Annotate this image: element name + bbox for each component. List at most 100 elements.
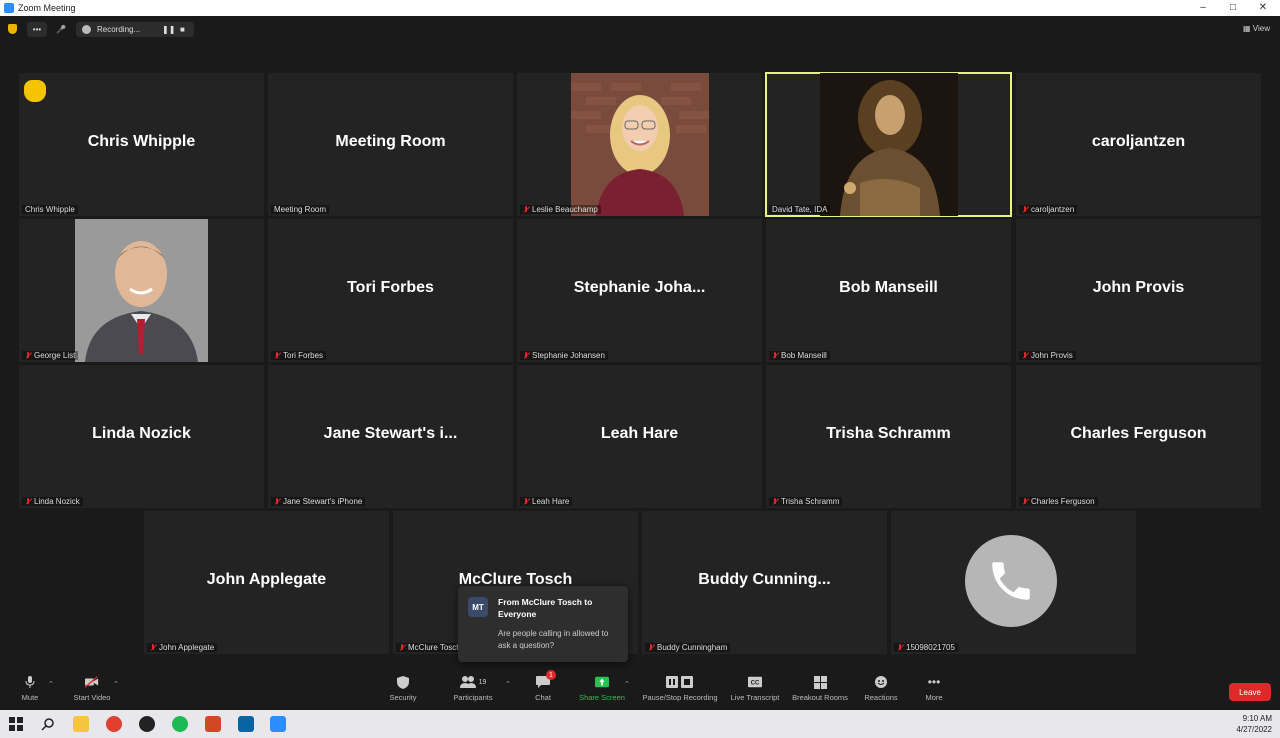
audio-options-chevron-icon[interactable]: ⌃ <box>48 680 54 688</box>
muted-mic-icon <box>150 643 156 652</box>
participant-label: Leah Hare <box>520 497 573 506</box>
participant-label: Bob Manseill <box>769 351 830 360</box>
chat-notification-popup[interactable]: MT From McClure Tosch to Everyone Are pe… <box>458 586 628 662</box>
participant-label: George List <box>22 351 79 360</box>
chat-button[interactable]: 1 Chat <box>513 670 573 708</box>
breakout-rooms-button[interactable]: Breakout Rooms <box>790 675 850 708</box>
video-off-icon <box>85 676 99 688</box>
cc-icon: CC <box>748 676 762 688</box>
windows-start-icon[interactable] <box>8 716 24 732</box>
phone-icon <box>992 562 1030 600</box>
participant-video-feed <box>571 73 709 216</box>
participant-tile[interactable]: caroljantzen caroljantzen <box>1016 73 1261 216</box>
participants-chevron-icon[interactable]: ⌃ <box>505 680 511 688</box>
share-screen-icon <box>595 676 609 688</box>
participant-tile[interactable]: Leah Hare Leah Hare <box>517 365 762 508</box>
reactions-button[interactable]: Reactions <box>851 676 911 708</box>
participant-name: Charles Ferguson <box>1070 425 1207 442</box>
muted-mic-icon <box>523 351 529 360</box>
chat-sender: From McClure Tosch to Everyone <box>498 597 593 619</box>
participant-label: Jane Stewart's iPhone <box>271 497 366 506</box>
participants-count: 19 <box>478 678 487 686</box>
participant-video-feed <box>820 73 958 216</box>
muted-mic-icon <box>1022 497 1028 506</box>
participant-tile[interactable]: Jane Stewart's i... Jane Stewart's iPhon… <box>268 365 513 508</box>
phone-caller-avatar <box>965 535 1057 627</box>
live-transcript-button[interactable]: CC Live Transcript <box>725 676 785 708</box>
participant-name: Jane Stewart's i... <box>323 425 458 442</box>
participant-name: Bob Manseill <box>839 279 938 296</box>
clock-time: 9:10 AM <box>1242 714 1272 723</box>
participant-name: Linda Nozick <box>92 425 191 442</box>
participant-tile[interactable]: Linda Nozick Linda Nozick <box>19 365 264 508</box>
muted-mic-icon <box>274 497 280 506</box>
search-icon[interactable] <box>40 716 56 732</box>
outlook-icon[interactable] <box>238 716 254 732</box>
participant-tile[interactable]: Charles Ferguson Charles Ferguson <box>1016 365 1261 508</box>
participant-label: Stephanie Johansen <box>520 351 608 360</box>
breakout-rooms-icon <box>813 675 827 689</box>
participant-label: David Tate, IDA <box>769 205 831 214</box>
participant-label: John Applegate <box>147 643 218 652</box>
more-dots-icon: ••• <box>927 675 941 689</box>
muted-mic-icon <box>897 643 903 652</box>
system-clock[interactable]: 9:10 AM 4/27/2022 <box>1236 713 1272 735</box>
powerpoint-icon[interactable] <box>205 716 221 732</box>
participant-label: McClure Tosch <box>396 643 464 652</box>
muted-mic-icon <box>772 351 778 360</box>
participant-tile[interactable]: Stephanie Joha... Stephanie Johansen <box>517 219 762 362</box>
participant-tile[interactable]: John Provis John Provis <box>1016 219 1261 362</box>
meeting-toolbar: Mute ⌃ Start Video ⌃ Security 19 Partici… <box>0 670 1280 710</box>
pause-stop-icon <box>665 676 695 688</box>
participant-name: Tori Forbes <box>347 279 434 296</box>
participant-tile[interactable]: Buddy Cunning... Buddy Cunningham <box>642 511 887 654</box>
pause-stop-recording-button[interactable]: Pause/Stop Recording <box>642 676 718 708</box>
participant-label: Meeting Room <box>271 205 330 214</box>
share-options-chevron-icon[interactable]: ⌃ <box>624 680 630 688</box>
chat-icon: 1 <box>536 670 556 688</box>
participant-label: John Provis <box>1019 351 1076 360</box>
muted-mic-icon <box>274 351 280 360</box>
raised-hand-icon <box>24 80 46 102</box>
muted-mic-icon <box>772 497 778 506</box>
participant-tile[interactable]: Meeting Room Meeting Room <box>268 73 513 216</box>
participant-name: Buddy Cunning... <box>698 571 831 588</box>
app-icon[interactable] <box>139 716 155 732</box>
muted-mic-icon <box>523 497 529 506</box>
zoom-taskbar-icon[interactable] <box>270 716 286 732</box>
participant-name: Chris Whipple <box>87 133 196 150</box>
participant-name: Leah Hare <box>600 425 679 442</box>
participant-tile[interactable]: Trisha Schramm Trisha Schramm <box>766 365 1011 508</box>
participant-tile[interactable]: Leslie Beauchamp <box>517 73 762 216</box>
participant-label: Trisha Schramm <box>769 497 843 506</box>
participant-name: John Applegate <box>206 571 327 588</box>
participant-tile-active-speaker[interactable]: David Tate, IDA <box>765 72 1012 217</box>
more-button[interactable]: ••• More <box>904 675 964 708</box>
participant-tile[interactable]: Chris Whipple Chris Whipple <box>19 73 264 216</box>
participant-tile[interactable]: George List <box>19 219 264 362</box>
participant-name: John Provis <box>1092 279 1185 296</box>
muted-mic-icon <box>648 643 654 652</box>
participant-tile[interactable]: John Applegate John Applegate <box>144 511 389 654</box>
chat-message: Are people calling in allowed to ask a q… <box>498 629 609 650</box>
participant-label: Linda Nozick <box>22 497 83 506</box>
participants-button[interactable]: 19 Participants <box>443 676 503 708</box>
participant-tile[interactable]: Tori Forbes Tori Forbes <box>268 219 513 362</box>
participants-icon: 19 <box>458 676 488 688</box>
participant-label: Tori Forbes <box>271 351 327 360</box>
participant-name: Stephanie Joha... <box>573 279 706 296</box>
share-screen-button[interactable]: Share Screen <box>572 676 632 708</box>
participant-name: Trisha Schramm <box>826 425 951 442</box>
clock-date: 4/27/2022 <box>1236 725 1272 734</box>
participant-tile[interactable]: Bob Manseill Bob Manseill <box>766 219 1011 362</box>
muted-mic-icon <box>399 643 405 652</box>
participant-name: Meeting Room <box>335 133 446 150</box>
reactions-smiley-icon <box>874 676 888 688</box>
security-button[interactable]: Security <box>373 675 433 708</box>
participant-label: Chris Whipple <box>22 205 78 214</box>
chrome-icon[interactable] <box>106 716 122 732</box>
spotify-icon[interactable] <box>172 716 188 732</box>
video-options-chevron-icon[interactable]: ⌃ <box>113 680 119 688</box>
file-explorer-icon[interactable] <box>73 716 89 732</box>
leave-button[interactable]: Leave <box>1229 683 1271 701</box>
